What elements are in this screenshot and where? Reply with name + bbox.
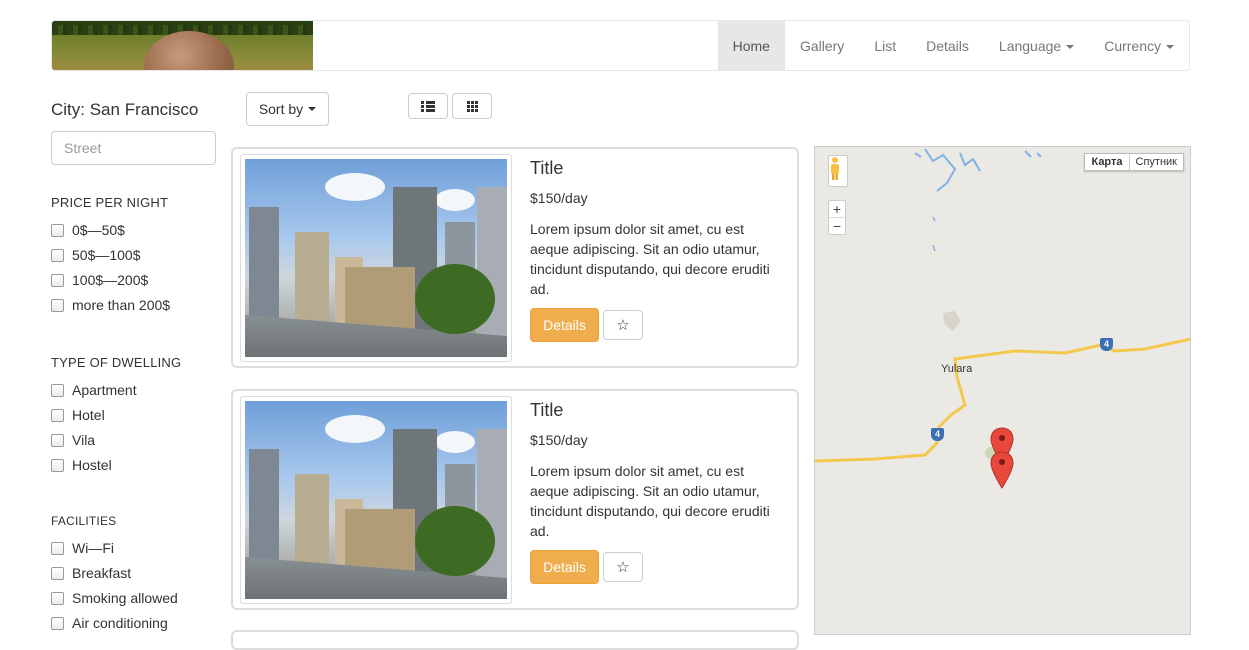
checkbox[interactable] bbox=[51, 433, 64, 447]
checkbox[interactable] bbox=[51, 458, 64, 472]
nav-list-label: List bbox=[874, 38, 897, 54]
details-button[interactable]: Details bbox=[530, 550, 599, 584]
facility-option-1[interactable]: Breakfast bbox=[51, 564, 131, 582]
top-navbar: Home Gallery List Details Language Curre… bbox=[51, 20, 1190, 71]
listing-description: Lorem ipsum dolor sit amet, cu est aeque… bbox=[530, 463, 770, 539]
list-icon bbox=[421, 100, 435, 112]
zoom-in-button[interactable]: + bbox=[829, 201, 845, 217]
price-option-2[interactable]: 100$—200$ bbox=[51, 271, 148, 289]
city-heading: City: San Francisco bbox=[51, 100, 199, 119]
list-view-button[interactable] bbox=[408, 93, 448, 119]
price-option-label: 0$—50$ bbox=[72, 222, 125, 238]
price-option-label: 50$—100$ bbox=[72, 247, 141, 263]
map-place-label: Yulara bbox=[941, 363, 973, 375]
dwelling-option-label: Hostel bbox=[72, 457, 112, 473]
price-option-0[interactable]: 0$—50$ bbox=[51, 221, 125, 239]
listing-title[interactable]: Title bbox=[530, 400, 563, 421]
listing-thumbnail[interactable] bbox=[240, 154, 512, 362]
price-option-3[interactable]: more than 200$ bbox=[51, 296, 170, 314]
star-icon: ☆ bbox=[616, 559, 630, 576]
checkbox[interactable] bbox=[51, 223, 64, 237]
nav-gallery-label: Gallery bbox=[799, 38, 845, 54]
grid-icon bbox=[466, 100, 478, 112]
listing-title[interactable]: Title bbox=[530, 158, 563, 179]
map-view[interactable]: + − Карта Спутник Yulara 4 4 bbox=[814, 146, 1191, 635]
route-shield: 4 bbox=[931, 428, 944, 441]
star-icon: ☆ bbox=[616, 317, 630, 334]
price-filter-title: PRICE PER NIGHT bbox=[51, 195, 169, 210]
nav-menu: Home Gallery List Details Language Curre… bbox=[717, 21, 1189, 70]
nav-gallery[interactable]: Gallery bbox=[785, 21, 859, 70]
nav-details[interactable]: Details bbox=[911, 21, 984, 70]
checkbox[interactable] bbox=[51, 298, 64, 312]
facility-option-2[interactable]: Smoking allowed bbox=[51, 589, 178, 607]
checkbox[interactable] bbox=[51, 273, 64, 287]
nav-home-label: Home bbox=[732, 38, 770, 54]
listing-description: Lorem ipsum dolor sit amet, cu est aeque… bbox=[530, 221, 770, 297]
checkbox[interactable] bbox=[51, 591, 64, 605]
dwelling-filter-title: TYPE OF DWELLING bbox=[51, 355, 182, 370]
map-type-map-button[interactable]: Карта bbox=[1085, 154, 1130, 170]
checkbox[interactable] bbox=[51, 541, 64, 555]
route-shield: 4 bbox=[1100, 338, 1113, 351]
listing-card bbox=[231, 630, 799, 650]
facility-option-label: Smoking allowed bbox=[72, 590, 178, 606]
checkbox[interactable] bbox=[51, 566, 64, 580]
dwelling-option-label: Vila bbox=[72, 432, 96, 448]
checkbox[interactable] bbox=[51, 383, 64, 397]
listing-card: Title $150/day Lorem ipsum dolor sit ame… bbox=[231, 389, 799, 610]
grid-view-button[interactable] bbox=[452, 93, 492, 119]
sort-by-label: Sort by bbox=[258, 101, 304, 117]
facility-option-0[interactable]: Wi—Fi bbox=[51, 539, 114, 557]
dwelling-option-0[interactable]: Apartment bbox=[51, 381, 137, 399]
caret-down-icon bbox=[308, 107, 317, 111]
brand-logo-image[interactable] bbox=[52, 21, 313, 70]
nav-list[interactable]: List bbox=[859, 21, 911, 70]
dwelling-option-label: Apartment bbox=[72, 382, 137, 398]
caret-down-icon bbox=[1166, 45, 1174, 50]
map-type-control: Карта Спутник bbox=[1084, 153, 1184, 171]
facility-option-3[interactable]: Air conditioning bbox=[51, 614, 168, 632]
map-canvas bbox=[815, 148, 1190, 463]
facilities-filter-title: FACILITIES bbox=[51, 514, 117, 528]
map-marker-icon[interactable] bbox=[990, 451, 1014, 489]
price-option-label: more than 200$ bbox=[72, 297, 171, 313]
nav-home[interactable]: Home bbox=[717, 21, 785, 70]
caret-down-icon bbox=[1066, 45, 1075, 50]
facility-option-label: Wi—Fi bbox=[72, 540, 114, 556]
listing-price: $150/day bbox=[530, 190, 588, 206]
details-button[interactable]: Details bbox=[530, 308, 599, 342]
nav-currency-dropdown[interactable]: Currency bbox=[1089, 21, 1189, 70]
nav-currency-label: Currency bbox=[1104, 38, 1161, 54]
sort-by-dropdown[interactable]: Sort by bbox=[246, 92, 329, 126]
favorite-button[interactable]: ☆ bbox=[603, 310, 643, 340]
map-type-satellite-button[interactable]: Спутник bbox=[1130, 154, 1183, 170]
price-option-label: 100$—200$ bbox=[72, 272, 149, 288]
checkbox[interactable] bbox=[51, 408, 64, 422]
nav-language-dropdown[interactable]: Language bbox=[984, 21, 1089, 70]
dwelling-option-label: Hotel bbox=[72, 407, 105, 423]
nav-language-label: Language bbox=[998, 38, 1062, 54]
dwelling-option-2[interactable]: Vila bbox=[51, 431, 95, 449]
facility-option-label: Air conditioning bbox=[72, 615, 168, 631]
facility-option-label: Breakfast bbox=[72, 565, 132, 581]
favorite-button[interactable]: ☆ bbox=[603, 552, 643, 582]
city-photo bbox=[245, 401, 507, 599]
zoom-out-button[interactable]: − bbox=[829, 217, 845, 234]
listing-card: Title $150/day Lorem ipsum dolor sit ame… bbox=[231, 147, 799, 368]
listing-thumbnail[interactable] bbox=[240, 396, 512, 604]
nav-details-label: Details bbox=[926, 38, 969, 54]
price-option-1[interactable]: 50$—100$ bbox=[51, 246, 141, 264]
dwelling-option-3[interactable]: Hostel bbox=[51, 456, 112, 474]
street-input[interactable] bbox=[51, 131, 216, 165]
city-photo bbox=[245, 159, 507, 357]
street-view-pegman-icon[interactable] bbox=[828, 155, 848, 187]
map-zoom-control: + − bbox=[828, 200, 846, 235]
listing-price: $150/day bbox=[530, 432, 588, 448]
checkbox[interactable] bbox=[51, 616, 64, 630]
checkbox[interactable] bbox=[51, 248, 64, 262]
dwelling-option-1[interactable]: Hotel bbox=[51, 406, 105, 424]
